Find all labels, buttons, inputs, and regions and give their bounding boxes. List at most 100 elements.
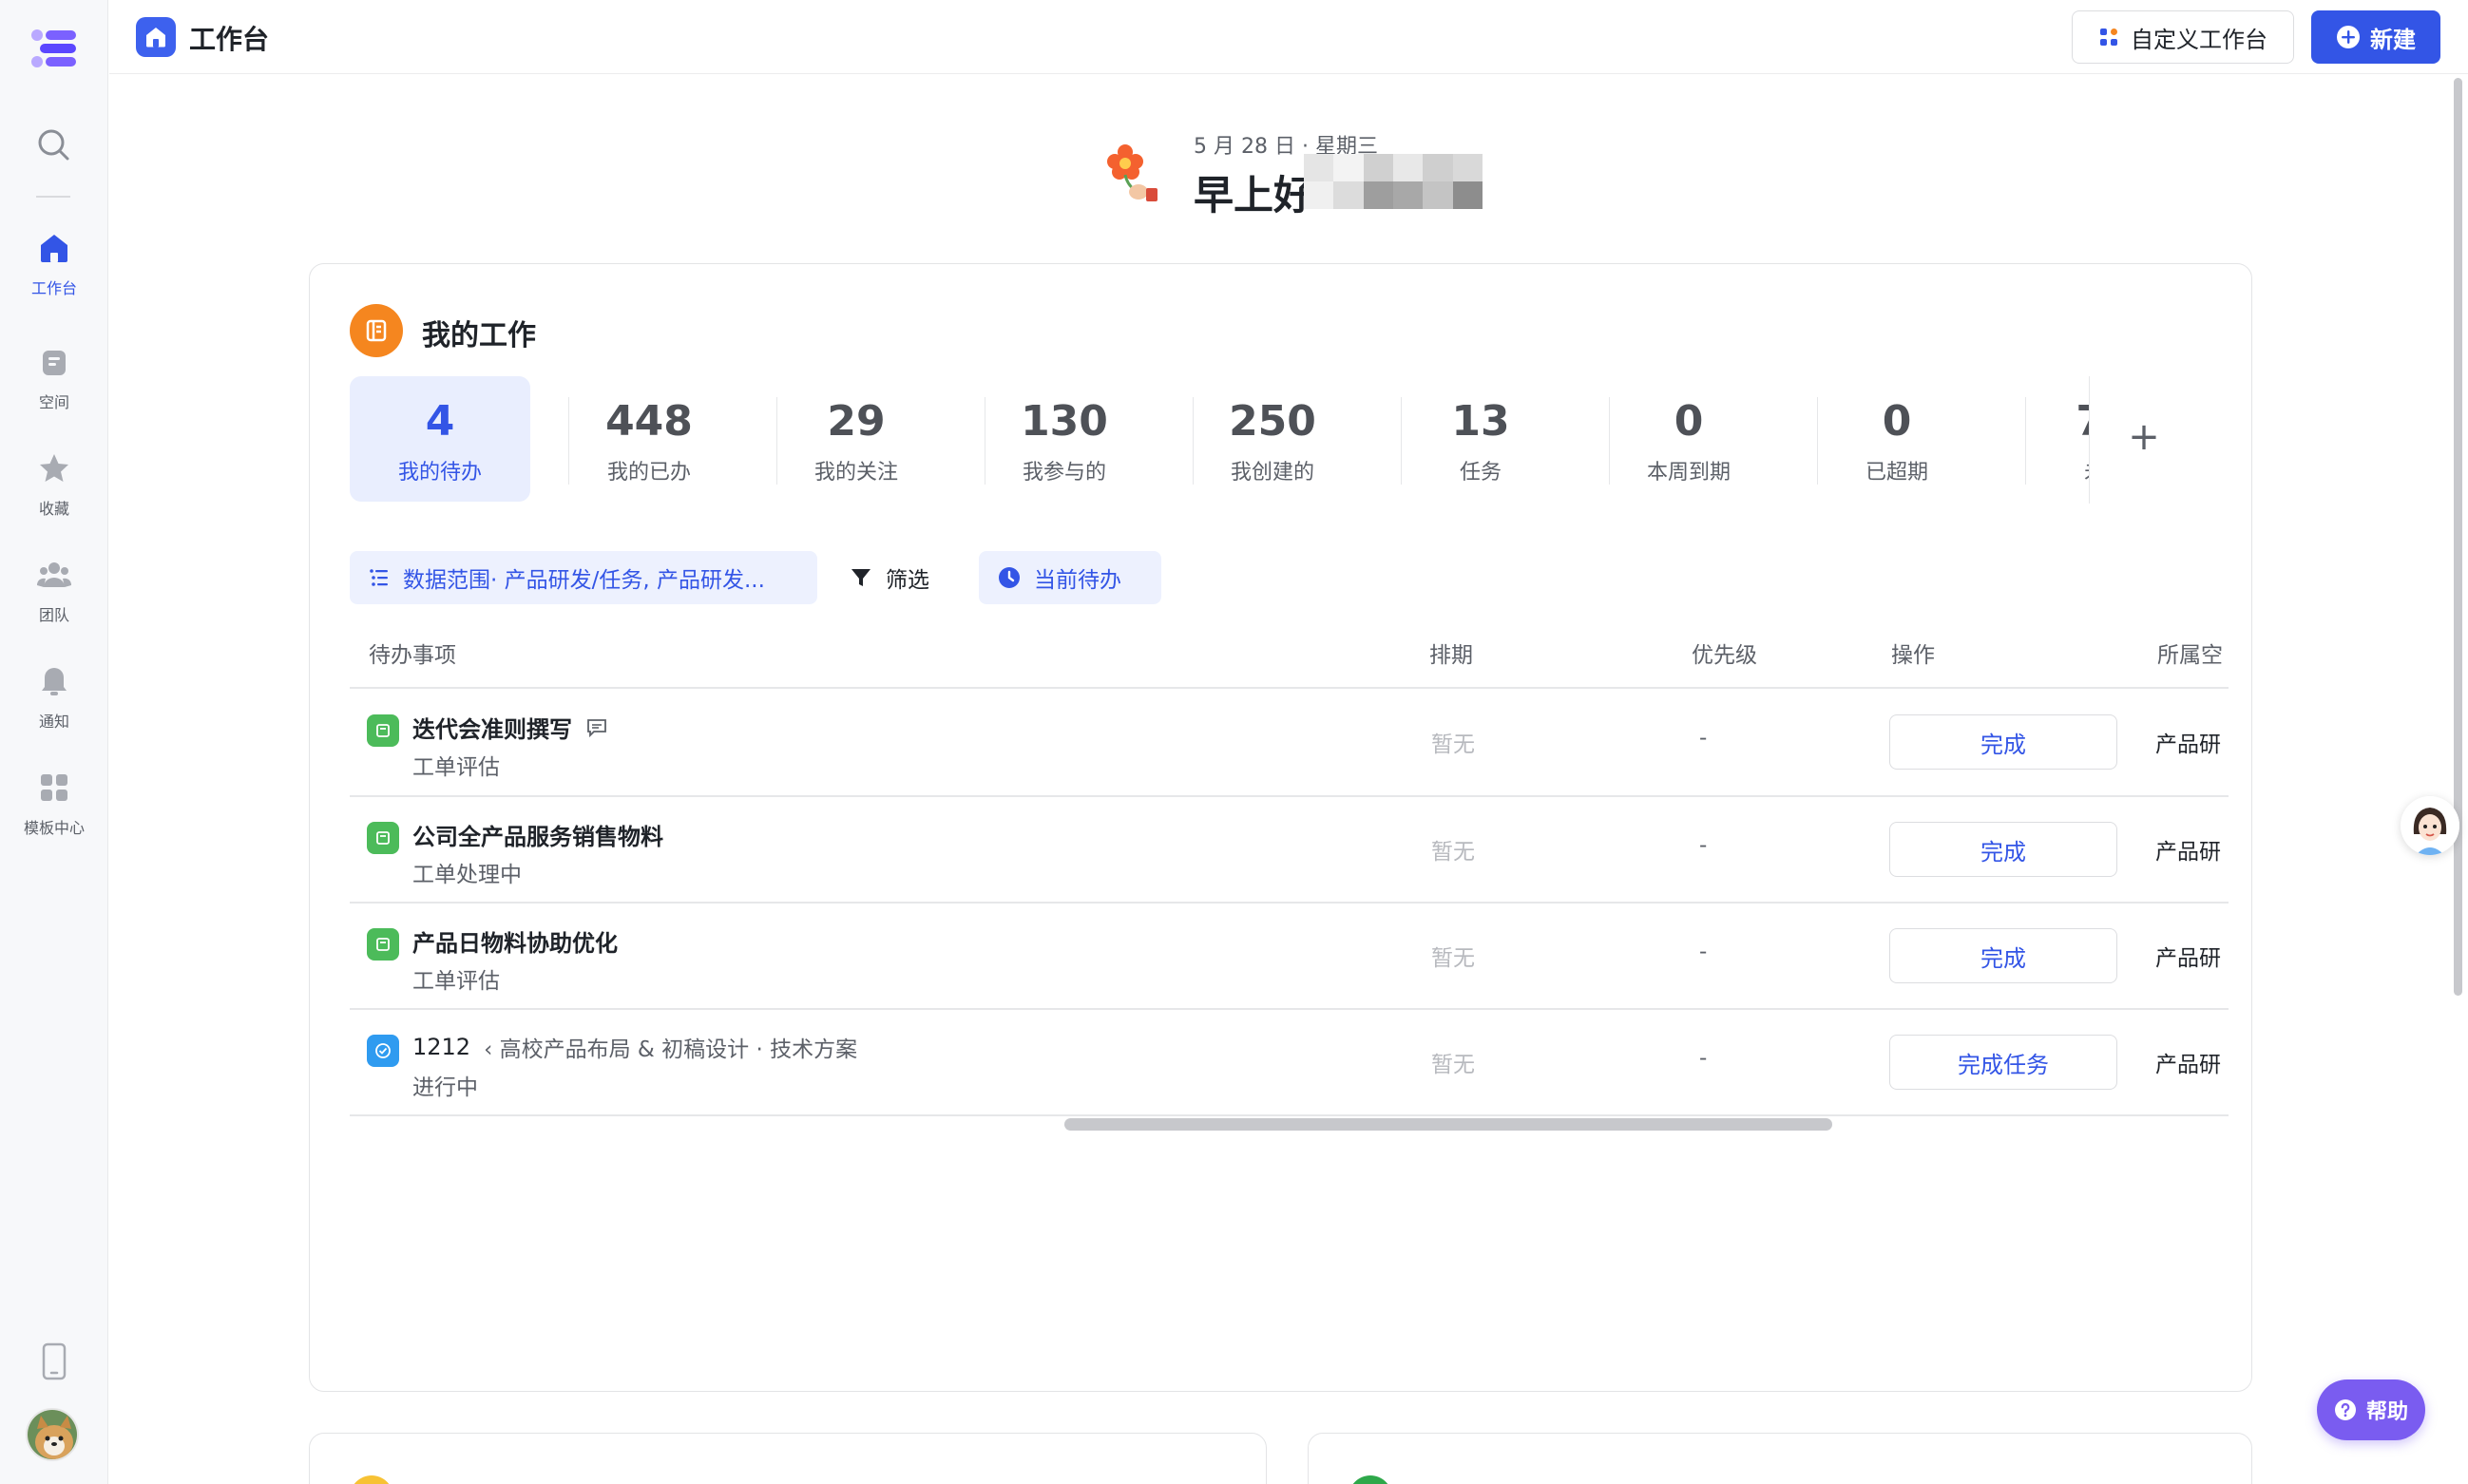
search-icon[interactable] bbox=[34, 125, 72, 163]
filter-button[interactable]: 筛选 bbox=[831, 551, 950, 604]
row-parent[interactable]: ‹ 高校产品布局 & 初稿设计 · 技术方案 bbox=[484, 1031, 857, 1063]
stat-tasks[interactable]: 13 任务 bbox=[1390, 376, 1571, 502]
greeting-text: 早上好 bbox=[1194, 172, 1314, 219]
card-icon bbox=[1349, 1475, 1392, 1484]
page-scrollbar[interactable] bbox=[2454, 78, 2462, 996]
table-row[interactable]: 迭代会准则撰写 工单评估 暂无 - 完成 产品研 bbox=[350, 690, 2229, 796]
row-title[interactable]: 公司全产品服务销售物料 bbox=[412, 818, 663, 851]
stat-due-this-week[interactable]: 0 本周到期 bbox=[1598, 376, 1779, 502]
row-schedule[interactable]: 暂无 bbox=[1431, 726, 1475, 758]
stat-participated[interactable]: 130 我参与的 bbox=[974, 376, 1155, 502]
new-button[interactable]: 新建 bbox=[2311, 10, 2440, 64]
stat-my-done[interactable]: 448 我的已办 bbox=[559, 376, 739, 502]
table-row[interactable]: 1212 ‹ 高校产品布局 & 初稿设计 · 技术方案 进行中 暂无 - 完成任… bbox=[350, 1010, 2229, 1116]
grid-icon bbox=[2100, 29, 2117, 46]
new-label: 新建 bbox=[2370, 26, 2416, 53]
sidebar-item-label: 收藏 bbox=[38, 500, 69, 518]
customize-workbench-label: 自定义工作台 bbox=[2131, 26, 2267, 53]
complete-button[interactable]: 完成 bbox=[1889, 928, 2117, 983]
row-title[interactable]: 产品日物料协助优化 bbox=[412, 924, 618, 958]
stat-value: 29 bbox=[827, 397, 886, 446]
row-space: 产品研 bbox=[2155, 840, 2221, 865]
redacted-username bbox=[1304, 154, 1483, 209]
stat-value: 250 bbox=[1229, 397, 1316, 446]
sidebar-item-space[interactable]: 空间 bbox=[0, 338, 108, 426]
row-priority[interactable]: - bbox=[1699, 833, 1707, 858]
row-status: 工单处理中 bbox=[412, 863, 522, 887]
work-order-icon bbox=[367, 822, 399, 854]
stat-label: 我的关注 bbox=[813, 461, 898, 485]
flower-icon bbox=[1107, 144, 1157, 201]
row-status: 工单评估 bbox=[412, 969, 500, 994]
stat-label: 任务 bbox=[1459, 461, 1502, 485]
avatar[interactable] bbox=[26, 1408, 79, 1461]
row-title-text: 迭代会准则撰写 bbox=[412, 716, 572, 743]
sidebar-item-team[interactable]: 团队 bbox=[0, 551, 108, 638]
row-priority[interactable]: - bbox=[1699, 940, 1707, 964]
stat-created[interactable]: 250 我创建的 bbox=[1182, 376, 1363, 502]
current-todo-label: 当前待办 bbox=[1034, 568, 1121, 593]
work-order-icon bbox=[367, 714, 399, 747]
row-schedule[interactable]: 暂无 bbox=[1431, 940, 1475, 972]
row-title[interactable]: 1212 ‹ 高校产品布局 & 初稿设计 · 技术方案 bbox=[412, 1031, 857, 1063]
row-title[interactable]: 迭代会准则撰写 bbox=[412, 711, 608, 744]
stats-tabs: 4 我的待办 448 我的已办 29 我的关注 130 我参与的 250 我创建… bbox=[350, 376, 2212, 504]
row-title-text: 公司全产品服务销售物料 bbox=[412, 824, 663, 850]
home-icon bbox=[41, 235, 67, 262]
add-stat-button[interactable]: + bbox=[2119, 412, 2169, 462]
mobile-icon[interactable] bbox=[40, 1342, 68, 1380]
stat-label: 我的已办 bbox=[606, 461, 691, 485]
team-icon bbox=[36, 562, 72, 587]
row-space: 产品研 bbox=[2155, 1053, 2221, 1077]
stat-my-following[interactable]: 29 我的关注 bbox=[766, 376, 947, 502]
header-divider bbox=[350, 687, 2229, 689]
sidebar-item-favorites[interactable]: 收藏 bbox=[0, 445, 108, 532]
row-priority[interactable]: - bbox=[1699, 726, 1707, 751]
bell-icon bbox=[42, 668, 67, 695]
row-schedule[interactable]: 暂无 bbox=[1431, 1046, 1475, 1078]
stat-value: 448 bbox=[605, 397, 693, 446]
sidebar-item-label: 空间 bbox=[38, 393, 69, 411]
row-schedule[interactable]: 暂无 bbox=[1431, 833, 1475, 866]
top-bar: 工作台 自定义工作台 新建 bbox=[109, 0, 2468, 74]
complete-button[interactable]: 完成 bbox=[1889, 822, 2117, 877]
sidebar-item-notifications[interactable]: 通知 bbox=[0, 657, 108, 745]
stat-value: 13 bbox=[1451, 397, 1510, 446]
row-status: 进行中 bbox=[412, 1075, 478, 1100]
row-status: 工单评估 bbox=[412, 755, 500, 780]
template-icon bbox=[41, 774, 67, 801]
sidebar: 工作台 空间 收藏 团队 通知 模板中心 bbox=[0, 0, 108, 1484]
current-todo-filter[interactable]: 当前待办 bbox=[979, 551, 1161, 604]
app-logo-icon[interactable] bbox=[29, 27, 78, 70]
comment-icon[interactable] bbox=[585, 717, 608, 738]
row-priority[interactable]: - bbox=[1699, 1046, 1707, 1071]
column-header-action: 操作 bbox=[1891, 643, 1935, 668]
page-title: 工作台 bbox=[189, 24, 270, 55]
star-icon bbox=[40, 454, 68, 482]
data-scope-filter[interactable]: 数据范围· 产品研发/任务, 产品研发... bbox=[350, 551, 817, 604]
help-button[interactable]: 帮助 bbox=[2317, 1379, 2425, 1440]
space-icon bbox=[43, 351, 66, 375]
stat-overdue[interactable]: 0 已超期 bbox=[1807, 376, 1987, 502]
plus-circle-icon bbox=[2337, 26, 2360, 48]
row-divider bbox=[350, 1114, 2229, 1116]
bottom-card-left bbox=[309, 1433, 1267, 1484]
sidebar-item-label: 团队 bbox=[38, 606, 69, 624]
sidebar-item-label: 模板中心 bbox=[23, 819, 85, 837]
complete-button[interactable]: 完成 bbox=[1889, 714, 2117, 770]
customize-workbench-button[interactable]: 自定义工作台 bbox=[2072, 10, 2294, 64]
sidebar-item-workbench[interactable]: 工作台 bbox=[0, 224, 108, 312]
help-label: 帮助 bbox=[2365, 1400, 2408, 1424]
complete-task-button[interactable]: 完成任务 bbox=[1889, 1035, 2117, 1090]
table-row[interactable]: 公司全产品服务销售物料 工单处理中 暂无 - 完成 产品研 bbox=[350, 797, 2229, 904]
table-horizontal-scrollbar[interactable] bbox=[1064, 1118, 1832, 1131]
sidebar-item-templates[interactable]: 模板中心 bbox=[0, 764, 108, 851]
row-space: 产品研 bbox=[2155, 732, 2221, 757]
table-row[interactable]: 产品日物料协助优化 工单评估 暂无 - 完成 产品研 bbox=[350, 904, 2229, 1010]
list-icon bbox=[370, 569, 388, 586]
assistant-avatar[interactable] bbox=[2401, 796, 2459, 855]
bottom-card-right bbox=[1308, 1433, 2252, 1484]
sidebar-item-label: 工作台 bbox=[30, 279, 77, 297]
stat-my-todo[interactable]: 4 我的待办 bbox=[350, 376, 530, 502]
data-scope-label: 数据范围· 产品研发/任务, 产品研发... bbox=[403, 568, 765, 593]
